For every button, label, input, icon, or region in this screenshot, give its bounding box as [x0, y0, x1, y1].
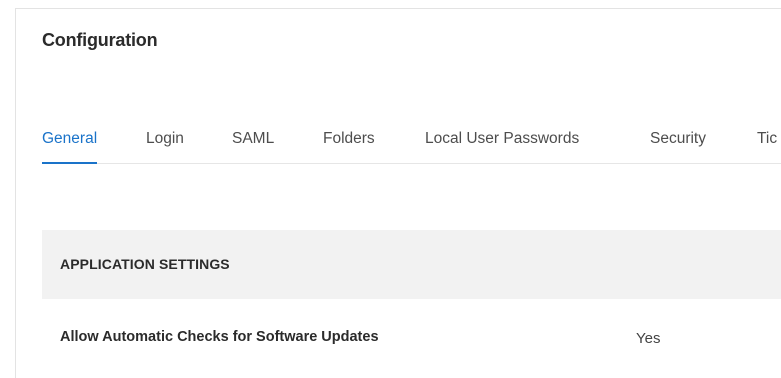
- tab-login[interactable]: Login: [146, 130, 184, 163]
- tab-local-user-passwords[interactable]: Local User Passwords: [425, 130, 579, 163]
- setting-row: Allow Automatic Checks for Software Upda…: [42, 318, 781, 358]
- tab-saml[interactable]: SAML: [232, 130, 274, 163]
- section-header: APPLICATION SETTINGS: [42, 230, 781, 299]
- page-title: Configuration: [42, 30, 158, 50]
- tab-bar: General Login SAML Folders Local User Pa…: [42, 118, 781, 164]
- tab-folders[interactable]: Folders: [323, 130, 375, 163]
- tab-security[interactable]: Security: [650, 130, 706, 163]
- setting-label: Allow Automatic Checks for Software Upda…: [60, 329, 379, 345]
- section-title: APPLICATION SETTINGS: [60, 256, 230, 272]
- tab-general[interactable]: General: [42, 130, 98, 164]
- setting-value: Yes: [636, 330, 661, 347]
- tab-tickets-partial[interactable]: Tic: [757, 130, 777, 163]
